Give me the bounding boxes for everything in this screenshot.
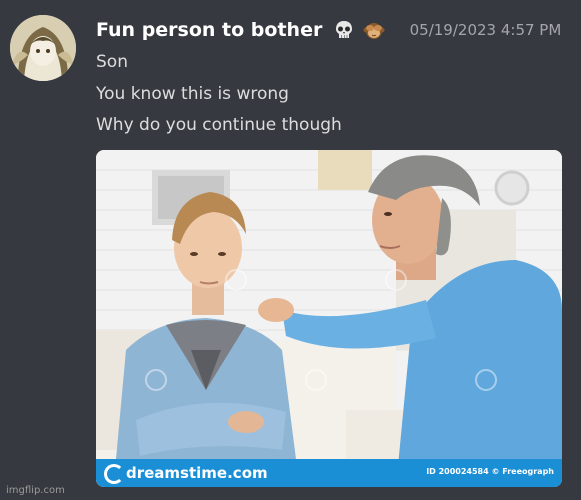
avatar[interactable] bbox=[10, 15, 76, 81]
dreamstime-logo-icon bbox=[104, 464, 124, 484]
message-line: Son bbox=[96, 52, 128, 72]
message-timestamp[interactable]: 05/19/2023 4:57 PM bbox=[410, 21, 562, 39]
avatar-image bbox=[10, 15, 76, 81]
username[interactable]: Fun person to bother bbox=[96, 19, 322, 41]
chat-message: Fun person to bother 05/19/2023 4:57 PM … bbox=[0, 0, 581, 500]
imgflip-watermark: imgflip.com bbox=[6, 485, 65, 496]
stock-brand-name: dreamstime.com bbox=[126, 464, 268, 482]
see-no-evil-monkey-emoji-icon bbox=[363, 19, 385, 41]
message-line: Why do you continue though bbox=[96, 115, 342, 135]
skull-emoji-icon bbox=[333, 19, 355, 41]
message-header: Fun person to bother 05/19/2023 4:57 PM bbox=[96, 19, 561, 41]
message-line: You know this is wrong bbox=[96, 84, 289, 104]
username-emoji-badges bbox=[333, 19, 386, 41]
image-attachment[interactable]: dreamstime.com ID 200024584 © Freeograph bbox=[96, 150, 562, 487]
stock-brand-bar: dreamstime.com ID 200024584 © Freeograph bbox=[96, 459, 562, 487]
attachment-photo bbox=[96, 150, 562, 487]
stock-image-id: ID 200024584 © Freeograph bbox=[426, 467, 554, 476]
